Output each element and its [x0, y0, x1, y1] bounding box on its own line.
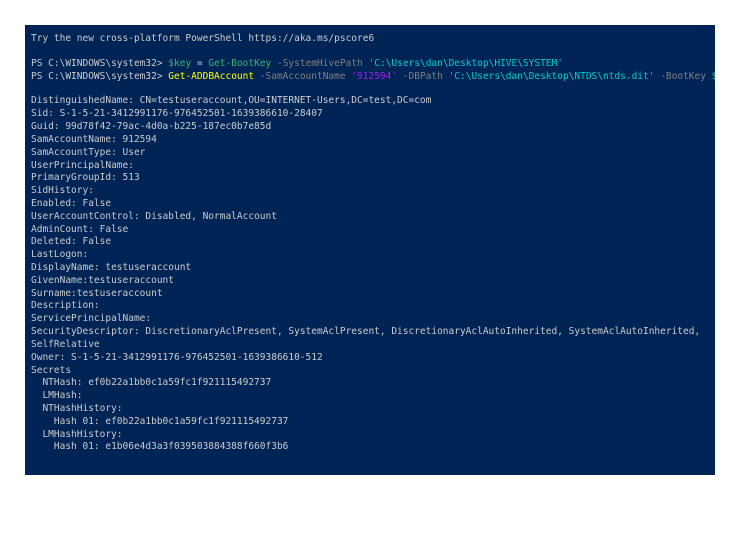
output-enabled: Enabled: False — [31, 198, 709, 211]
output-admin-count: AdminCount: False — [31, 224, 709, 237]
prompt: PS C:\WINDOWS\system32> — [31, 58, 168, 69]
output-nthash: NTHash: ef0b22a1bb0c1a59fc1f921115492737 — [31, 377, 709, 390]
output-nthash-history: NTHashHistory: — [31, 403, 709, 416]
cmdlet-get-bootkey: Get-BootKey — [208, 58, 271, 69]
prompt: PS C:\WINDOWS\system32> — [31, 71, 168, 82]
command-line-2: PS C:\WINDOWS\system32> Get-ADDBAccount … — [31, 71, 709, 84]
output-display-name: DisplayName: testuseraccount — [31, 262, 709, 275]
output-owner: Owner: S-1-5-21-3412991176-976452501-163… — [31, 352, 709, 365]
output-uac: UserAccountControl: Disabled, NormalAcco… — [31, 211, 709, 224]
output-description: Description: — [31, 300, 709, 313]
output-given-name: GivenName:testuseraccount — [31, 275, 709, 288]
powershell-terminal[interactable]: Try the new cross-platform PowerShell ht… — [25, 25, 715, 475]
output-hash01-nt: Hash 01: ef0b22a1bb0c1a59fc1f92111549273… — [31, 416, 709, 429]
eq-sign: = — [191, 58, 208, 69]
value-dbpath: 'C:\Users\dan\Desktop\NTDS\ntds.dit' — [449, 71, 655, 82]
variable: $key — [168, 58, 191, 69]
output-spn: ServicePrincipalName: — [31, 313, 709, 326]
param-bootkey: -BootKey — [654, 71, 711, 82]
param-systemhivepath: -SystemHivePath — [271, 58, 368, 69]
output-sid-history: SidHistory: — [31, 185, 709, 198]
output-lmhash-history: LMHashHistory: — [31, 429, 709, 442]
output-last-logon: LastLogon: — [31, 249, 709, 262]
path-string: 'C:\Users\dan\Desktop\HIVE\SYSTEM' — [369, 58, 563, 69]
output-secrets: Secrets — [31, 365, 709, 378]
output-sam-account-type: SamAccountType: User — [31, 147, 709, 160]
output-guid: Guid: 99d78f42-79ac-4d0a-b225-187ec0b7e8… — [31, 121, 709, 134]
output-self-relative: SelfRelative — [31, 339, 709, 352]
output-security-descriptor: SecurityDescriptor: DiscretionaryAclPres… — [31, 326, 709, 339]
param-samaccountname: -SamAccountName — [254, 71, 351, 82]
value-sam: '912594' — [351, 71, 397, 82]
variable-key: $key — [712, 71, 715, 82]
output-distinguished-name: DistinguishedName: CN=testuseraccount,OU… — [31, 95, 709, 108]
output-upn: UserPrincipalName: — [31, 160, 709, 173]
output-surname: Surname:testuseraccount — [31, 288, 709, 301]
blank-line — [31, 46, 709, 58]
output-deleted: Deleted: False — [31, 236, 709, 249]
output-primary-group-id: PrimaryGroupId: 513 — [31, 172, 709, 185]
output-sam-account-name: SamAccountName: 912594 — [31, 134, 709, 147]
param-dbpath: -DBPath — [397, 71, 448, 82]
output-lmhash: LMHash: — [31, 390, 709, 403]
output-hash01-lm: Hash 01: e1b06e4d3a3f039503884388f660f3b… — [31, 441, 709, 454]
cmdlet-get-addbaccount: Get-ADDBAccount — [168, 71, 254, 82]
banner-line: Try the new cross-platform PowerShell ht… — [31, 33, 709, 46]
blank-line — [31, 83, 709, 95]
output-sid: Sid: S-1-5-21-3412991176-976452501-16393… — [31, 108, 709, 121]
command-line-1: PS C:\WINDOWS\system32> $key = Get-BootK… — [31, 58, 709, 71]
